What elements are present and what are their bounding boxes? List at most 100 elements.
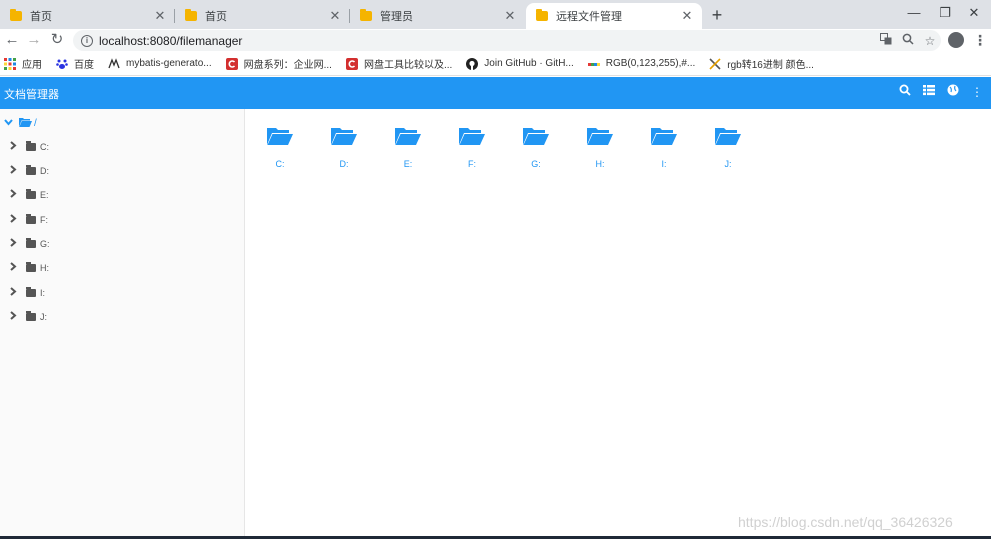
tree-item-drive[interactable]: D: (10, 163, 49, 179)
folder-tree-sidebar: / C: D: E: F: G: H: I: J: (0, 109, 245, 539)
chevron-right-icon[interactable] (10, 287, 20, 299)
folder-icon (26, 141, 36, 151)
translate-icon[interactable] (875, 33, 897, 48)
file-grid: C: D: E: F: G: H: I: J: (245, 109, 991, 539)
chevron-right-icon[interactable] (10, 189, 20, 201)
drive-label: D: (339, 159, 349, 169)
tree-item-drive[interactable]: I: (10, 285, 45, 301)
search-icon[interactable] (897, 84, 913, 100)
globe-icon[interactable] (945, 84, 961, 100)
reload-button[interactable]: ↻ (47, 30, 67, 50)
browser-tab-active[interactable]: 远程文件管理 ✕ (526, 3, 702, 29)
open-folder-icon (267, 127, 293, 147)
drive-folder-item[interactable]: D: (324, 127, 364, 169)
bookmark-item[interactable]: Join GitHub · GitH... (466, 57, 574, 70)
open-folder-icon (523, 127, 549, 147)
tree-item-drive[interactable]: J: (10, 309, 47, 325)
bookmark-item[interactable]: 网盘系列：企业网... (225, 56, 332, 71)
bookmark-item[interactable]: rgb转16进制 颜色... (709, 56, 814, 71)
tree-item-label: D: (40, 166, 49, 176)
tree-item-label: I: (40, 288, 46, 298)
drive-folder-item[interactable]: F: (452, 127, 492, 169)
zoom-icon[interactable] (897, 33, 919, 48)
tree-item-drive[interactable]: E: (10, 187, 49, 203)
mybatis-icon (108, 57, 120, 70)
forward-button[interactable]: → (24, 30, 44, 50)
browser-tab[interactable]: 管理员 ✕ (350, 3, 525, 29)
address-bar[interactable]: i localhost:8080/filemanager ☆ (73, 30, 941, 51)
tree-item-drive[interactable]: F: (10, 212, 48, 228)
more-vertical-icon[interactable]: ⋮ (969, 84, 985, 100)
tree-item-drive[interactable]: C: (10, 139, 49, 155)
tree-item-label: F: (40, 215, 48, 225)
chevron-down-icon[interactable] (4, 118, 13, 129)
bookmark-label: 网盘工具比较以及... (363, 60, 453, 71)
tab-strip: 首页 ✕ 首页 ✕ 管理员 ✕ 远程文件管理 ✕ + — ❐ ✕ (0, 0, 991, 29)
open-folder-icon (459, 127, 485, 147)
tree-item-drive[interactable]: G: (10, 236, 50, 252)
bookmark-star-icon[interactable]: ☆ (919, 34, 941, 48)
drive-folder-item[interactable]: H: (580, 127, 620, 169)
drive-folder-item[interactable]: E: (388, 127, 428, 169)
bookmark-label: 百度 (74, 60, 94, 71)
back-button[interactable]: ← (2, 30, 22, 50)
github-icon (466, 57, 479, 70)
chevron-right-icon[interactable] (10, 214, 20, 226)
drive-label: H: (595, 159, 605, 169)
tab-title: 首页 (30, 11, 52, 23)
close-tab-icon[interactable]: ✕ (503, 8, 517, 24)
tree-item-label: J: (40, 312, 48, 322)
url-text[interactable]: localhost:8080/filemanager (99, 34, 875, 48)
bookmark-item[interactable]: 应用 (4, 56, 42, 71)
tab-title: 远程文件管理 (556, 11, 622, 23)
open-folder-icon (395, 127, 421, 147)
red-c-icon (345, 57, 358, 70)
browser-menu-icon[interactable]: ⋮ (973, 30, 987, 50)
drive-folder-item[interactable]: I: (644, 127, 684, 169)
close-tab-icon[interactable]: ✕ (680, 8, 694, 24)
tree-root-label: / (34, 118, 37, 129)
bookmark-label: RGB(0,123,255),#... (605, 58, 696, 69)
tools-icon (709, 57, 721, 70)
bookmark-item[interactable]: 百度 (56, 56, 94, 71)
app-header: 文档管理器 ⋮ (0, 77, 991, 109)
new-tab-button[interactable]: + (707, 5, 727, 25)
drive-label: G: (531, 159, 541, 169)
list-view-icon[interactable] (921, 84, 937, 100)
site-info-icon[interactable]: i (81, 34, 93, 47)
rgb-icon (587, 58, 600, 70)
close-tab-icon[interactable]: ✕ (153, 8, 167, 24)
open-folder-icon (651, 127, 677, 147)
chevron-right-icon[interactable] (10, 141, 20, 153)
folder-favicon-icon (360, 9, 372, 21)
chevron-right-icon[interactable] (10, 238, 20, 250)
bookmark-item[interactable]: RGB(0,123,255),#... (587, 58, 696, 70)
drive-folder-item[interactable]: J: (708, 127, 748, 169)
browser-tab[interactable]: 首页 ✕ (0, 3, 175, 29)
close-tab-icon[interactable]: ✕ (328, 8, 342, 24)
folder-favicon-icon (536, 9, 548, 21)
chevron-right-icon[interactable] (10, 262, 20, 274)
bookmark-label: 应用 (22, 60, 42, 71)
tree-item-label: C: (40, 142, 49, 152)
browser-tab[interactable]: 首页 ✕ (175, 3, 350, 29)
chevron-right-icon[interactable] (10, 311, 20, 323)
folder-icon (26, 214, 36, 224)
profile-avatar-icon[interactable] (948, 32, 964, 48)
bookmark-item[interactable]: 网盘工具比较以及... (345, 56, 453, 71)
tree-item-drive[interactable]: H: (10, 260, 49, 276)
bookmark-label: 网盘系列：企业网... (243, 60, 332, 71)
folder-icon (26, 287, 36, 297)
tree-item-label: H: (40, 263, 49, 273)
minimize-button[interactable]: — (897, 0, 931, 28)
drive-label: J: (724, 159, 732, 169)
tree-root[interactable]: / (4, 117, 37, 130)
drive-label: F: (468, 159, 476, 169)
app-title: 文档管理器 (4, 89, 59, 101)
chevron-right-icon[interactable] (10, 165, 20, 177)
bookmark-item[interactable]: mybatis-generato... (108, 57, 212, 70)
drive-folder-item[interactable]: C: (260, 127, 300, 169)
close-window-button[interactable]: ✕ (957, 0, 991, 28)
drive-folder-item[interactable]: G: (516, 127, 556, 169)
tab-title: 首页 (205, 11, 227, 23)
